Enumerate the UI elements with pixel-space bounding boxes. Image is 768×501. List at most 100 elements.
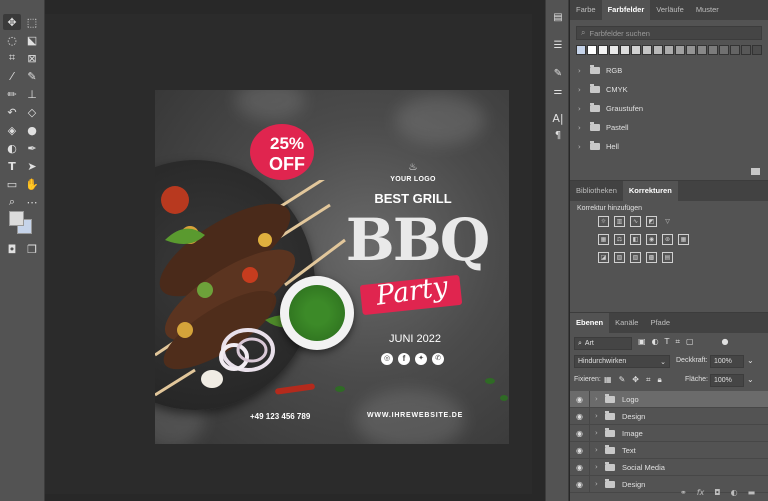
- type-icon[interactable]: T: [3, 158, 21, 174]
- layer-filter-select[interactable]: ⌕ Art: [574, 337, 632, 350]
- tab-adjustments[interactable]: Korrekturen: [622, 181, 678, 201]
- chevron-right-icon[interactable]: ›: [595, 446, 601, 454]
- curves-icon[interactable]: ∿: [630, 216, 641, 227]
- visibility-eye-icon[interactable]: ◉: [570, 458, 590, 476]
- chevron-right-icon[interactable]: ›: [595, 395, 601, 403]
- color-swatch[interactable]: [675, 45, 685, 55]
- layer-row[interactable]: ◉ › Image: [570, 424, 768, 442]
- color-swatch[interactable]: [609, 45, 619, 55]
- shape-filter-icon[interactable]: ⌗: [675, 337, 680, 347]
- gradient-map-icon[interactable]: ▤: [662, 252, 673, 263]
- color-swatch[interactable]: [719, 45, 729, 55]
- tab-swatches[interactable]: Farbfelder: [601, 0, 651, 20]
- paragraph-panel-icon[interactable]: ¶: [550, 128, 566, 142]
- color-swatch[interactable]: [631, 45, 641, 55]
- pen-icon[interactable]: ✒: [23, 140, 41, 156]
- tab-gradients[interactable]: Verläufe: [650, 0, 690, 20]
- swatch-folder-rgb[interactable]: › RGB: [570, 61, 768, 80]
- color-swatch[interactable]: [697, 45, 707, 55]
- color-swatch[interactable]: [741, 45, 751, 55]
- brush-icon[interactable]: ✏: [3, 86, 21, 102]
- new-folder-icon[interactable]: [751, 168, 760, 175]
- lasso-icon[interactable]: ◌: [3, 32, 21, 48]
- layer-row[interactable]: ◉ › Logo: [570, 390, 768, 408]
- brightness-icon[interactable]: ☼: [598, 216, 609, 227]
- history-brush-icon[interactable]: ↶: [3, 104, 21, 120]
- layer-row[interactable]: ◉ › Social Media: [570, 458, 768, 476]
- adjustment-filter-icon[interactable]: ◐: [652, 337, 659, 347]
- history-panel-icon[interactable]: ▤: [550, 10, 566, 24]
- pixel-filter-icon[interactable]: ▣: [638, 337, 646, 347]
- dodge-icon[interactable]: ◐: [3, 140, 21, 156]
- type-filter-icon[interactable]: T: [665, 337, 670, 347]
- eraser-icon[interactable]: ◇: [23, 104, 41, 120]
- color-swatch[interactable]: [752, 45, 762, 55]
- blur-icon[interactable]: ●: [23, 122, 41, 138]
- bucket-icon[interactable]: ◈: [3, 122, 21, 138]
- move-icon[interactable]: ✥: [3, 14, 21, 30]
- link-icon[interactable]: ⚭: [680, 488, 687, 497]
- quick-mask-icon[interactable]: ◘: [3, 241, 21, 257]
- channel-mixer-icon[interactable]: ⊛: [662, 234, 673, 245]
- visibility-eye-icon[interactable]: ◉: [570, 407, 590, 425]
- threshold-icon[interactable]: ▧: [630, 252, 641, 263]
- group-icon[interactable]: ▬: [748, 488, 756, 497]
- tab-libraries[interactable]: Bibliotheken: [570, 181, 623, 201]
- color-swatch[interactable]: [730, 45, 740, 55]
- color-swatch[interactable]: [620, 45, 630, 55]
- properties-panel-icon[interactable]: ☰: [550, 38, 566, 52]
- tab-channels[interactable]: Kanäle: [609, 313, 644, 333]
- fill-dropdown-icon[interactable]: ⌄: [747, 375, 754, 384]
- invert-icon[interactable]: ◪: [598, 252, 609, 263]
- layer-row[interactable]: ◉ › Text: [570, 441, 768, 459]
- zoom-icon[interactable]: ⌕: [3, 194, 21, 210]
- color-swatch[interactable]: [686, 45, 696, 55]
- lock-paint-icon[interactable]: ✎: [619, 375, 626, 385]
- color-balance-icon[interactable]: ⚖: [614, 234, 625, 245]
- eyedropper-icon[interactable]: ⁄: [3, 68, 21, 84]
- lock-artboard-icon[interactable]: ⌗: [646, 375, 651, 385]
- rectangle-icon[interactable]: ▭: [3, 176, 21, 192]
- visibility-eye-icon[interactable]: ◉: [570, 424, 590, 442]
- document-canvas[interactable]: 25% OFF ♨ YOUR LOGO BEST GRILL BBQ Party…: [45, 14, 532, 494]
- posterize-icon[interactable]: ▨: [614, 252, 625, 263]
- swatch-folder-light[interactable]: › Hell: [570, 137, 768, 156]
- fill-input[interactable]: 100%: [710, 374, 744, 387]
- mask-icon[interactable]: ◘: [714, 488, 720, 497]
- color-swatch[interactable]: [598, 45, 608, 55]
- path-select-icon[interactable]: ➤: [23, 158, 41, 174]
- visibility-eye-icon[interactable]: ◉: [570, 441, 590, 459]
- hue-saturation-icon[interactable]: ▦: [598, 234, 609, 245]
- opacity-input[interactable]: 100%: [710, 355, 744, 368]
- lock-all-icon[interactable]: 🔒︎: [657, 375, 661, 385]
- color-swatch[interactable]: [587, 45, 597, 55]
- fx-icon[interactable]: fx: [697, 488, 705, 497]
- swatches-search-input[interactable]: ⌕ Farbfelder suchen: [576, 26, 762, 40]
- exposure-icon[interactable]: ◩: [646, 216, 657, 227]
- lock-transparency-icon[interactable]: ▦: [604, 375, 612, 385]
- foreground-color-swatch[interactable]: [9, 211, 24, 226]
- screen-mode-icon[interactable]: ❐: [23, 241, 41, 257]
- swatch-folder-grayscale[interactable]: › Graustufen: [570, 99, 768, 118]
- chevron-right-icon[interactable]: ›: [595, 463, 601, 471]
- frame-icon[interactable]: ⊠: [23, 50, 41, 66]
- vibrance-icon[interactable]: ▽: [662, 216, 673, 227]
- layer-row[interactable]: ◉ › Design: [570, 407, 768, 425]
- chevron-right-icon[interactable]: ›: [595, 412, 601, 420]
- tab-paths[interactable]: Pfade: [644, 313, 676, 333]
- tab-color[interactable]: Farbe: [570, 0, 602, 20]
- ruler-icon[interactable]: ✎: [23, 68, 41, 84]
- filter-toggle-icon[interactable]: ●: [722, 337, 729, 347]
- color-swatch[interactable]: [642, 45, 652, 55]
- lock-position-icon[interactable]: ✥: [632, 375, 639, 385]
- visibility-eye-icon[interactable]: ◉: [570, 390, 590, 408]
- swatch-folder-cmyk[interactable]: › CMYK: [570, 80, 768, 99]
- adjustment-icon[interactable]: ◐: [731, 488, 738, 497]
- blend-mode-select[interactable]: Hindurchwirken ⌄: [574, 355, 670, 368]
- color-swatch[interactable]: [653, 45, 663, 55]
- bbq-flyer-artboard[interactable]: 25% OFF ♨ YOUR LOGO BEST GRILL BBQ Party…: [155, 90, 509, 444]
- stamp-icon[interactable]: ⊥: [23, 86, 41, 102]
- object-select-icon[interactable]: ⬕: [23, 32, 41, 48]
- selective-color-icon[interactable]: ▩: [646, 252, 657, 263]
- tab-patterns[interactable]: Muster: [690, 0, 725, 20]
